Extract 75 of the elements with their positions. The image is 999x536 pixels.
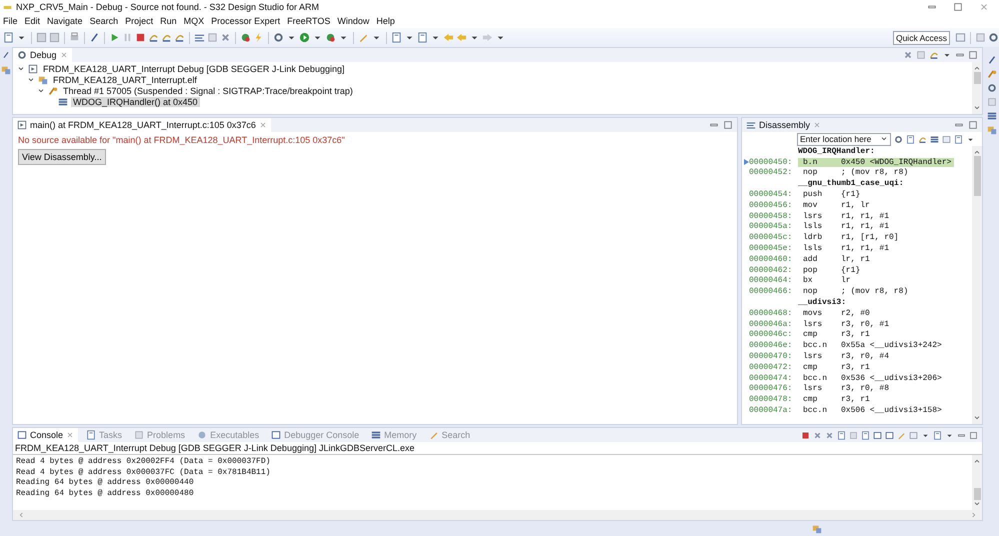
view-tab[interactable]: Debug	[13, 48, 72, 62]
quick-access-field[interactable]: Quick Access	[892, 30, 950, 44]
menu-item[interactable]: File	[3, 16, 18, 26]
address: 00000474:	[749, 374, 794, 383]
instruction: lsls r1, r1, #1	[802, 222, 890, 232]
address: 00000452:	[749, 168, 794, 178]
instruction: bcc.n 0x55a <__udivsi3+242>	[802, 341, 943, 350]
tree-item[interactable]: WDOG_IRQHandler() at 0x450	[71, 96, 200, 106]
view-tab[interactable]: Console	[13, 428, 78, 442]
address: 0000047a:	[749, 406, 794, 416]
instruction: cmp r3, r1	[802, 395, 871, 404]
address: 00000470:	[749, 352, 794, 362]
instruction: lsrs r1, r1, #1	[802, 212, 890, 221]
menu-item[interactable]: Help	[376, 16, 395, 26]
console-line: Read 4 bytes @ address 0x000037FC (Data = 0x781B4B11)	[16, 468, 272, 478]
instruction: lsrs r3, r0, #8	[802, 384, 890, 394]
instruction: lsls r1, r1, #1	[802, 244, 890, 254]
address: 00000478:	[749, 395, 794, 404]
address: 00000476:	[749, 384, 794, 394]
instruction: bcc.n 0x536 <__udivsi3+206>	[802, 374, 943, 383]
address: 00000456:	[749, 200, 794, 210]
menu-item[interactable]: Navigate	[47, 16, 83, 26]
address: 0000045c:	[749, 233, 794, 242]
address: 00000458:	[749, 212, 794, 221]
instruction: b.n 0x450 <WDOG_IRQHandler>	[798, 158, 954, 167]
process-label: FRDM_KEA128_UART_Interrupt Debug [GDB SEGGER J-Link Debugging] JLinkGDBServerCL.exe	[13, 442, 982, 455]
address: 00000454:	[749, 190, 794, 200]
instruction: cmp r3, r1	[802, 330, 871, 340]
instruction: lsrs r3, r0, #1	[802, 320, 890, 329]
menu-item[interactable]: MQX	[184, 16, 204, 26]
menu-item[interactable]: Processor Expert	[211, 16, 280, 26]
instruction: bx lr	[802, 276, 852, 286]
code-label: WDOG_IRQHandler:	[798, 146, 875, 156]
instruction: pop {r1}	[802, 266, 862, 275]
address: 0000046c:	[749, 330, 794, 340]
address: 00000462:	[749, 266, 794, 275]
menu-item[interactable]: Window	[337, 16, 370, 26]
tree-item[interactable]: Thread #1 57005 (Suspended : Signal : SIGTRAP:Trace/breakpoint trap)	[61, 86, 355, 96]
tree-item[interactable]: FRDM_KEA128_UART_Interrupt.elf	[51, 74, 199, 84]
instruction: mov r1, lr	[802, 200, 871, 210]
address: 00000460:	[749, 254, 794, 264]
menu-item[interactable]: Project	[125, 16, 154, 26]
instruction: push {r1}	[802, 190, 861, 200]
code-label: __gnu_thumb1_case_uqi:	[798, 179, 904, 188]
view-tab[interactable]: main() at FRDM_KEA128_UART_Interrupt.c:105 0x37c6	[13, 118, 271, 132]
instruction: ldrb r1, [r1, r0]	[802, 233, 900, 242]
console-line: Reading 64 bytes @ address 0x00000480	[16, 488, 195, 499]
window-title: NXP_CRV5_Main - Debug - Source not found. - S32 Design Studio for ARM	[16, 2, 320, 12]
instruction: lsrs r3, r0, #4	[802, 352, 890, 362]
instruction: bcc.n 0x506 <__udivsi3+158>	[802, 406, 943, 416]
address: 00000466:	[749, 287, 794, 296]
console-line: Reading 64 bytes @ address 0x00000440	[16, 478, 195, 488]
instruction: cmp r3, r1	[802, 362, 871, 372]
menu-item[interactable]: Edit	[24, 16, 40, 26]
instruction: nop ; (mov r8, r8)	[802, 287, 910, 296]
address: 00000472:	[749, 362, 794, 372]
menu-item[interactable]: Search	[90, 16, 118, 26]
tree-item[interactable]: FRDM_KEA128_UART_Interrupt Debug [GDB SEGGER J-Link Debugging]	[41, 64, 346, 74]
menu-item[interactable]: Run	[160, 16, 177, 26]
address: 0000045e:	[749, 244, 794, 254]
view-disassembly-button[interactable]: View Disassembly...	[18, 149, 106, 165]
address: 0000046e:	[749, 341, 794, 350]
instruction: nop ; (mov r8, r8)	[802, 168, 910, 178]
address: 0000045a:	[749, 222, 794, 232]
menu-item[interactable]: FreeRTOS	[287, 16, 330, 26]
code-label: __udivsi3:	[798, 298, 846, 308]
address: 00000450:	[749, 158, 794, 167]
error-message: No source available for "main() at FRDM_KEA128_UART_Interrupt.c:105 0x37c6"	[18, 135, 345, 145]
console-line: Read 4 bytes @ address 0x20002FF4 (Data = 0x000037FD)	[16, 457, 272, 468]
address: 0000046a:	[749, 320, 794, 329]
instruction: add lr, r1	[802, 254, 871, 264]
address: 00000464:	[749, 276, 794, 286]
location-field[interactable]: Enter location here	[797, 132, 891, 146]
instruction: movs r2, #0	[802, 308, 871, 318]
address: 00000468:	[749, 308, 794, 318]
